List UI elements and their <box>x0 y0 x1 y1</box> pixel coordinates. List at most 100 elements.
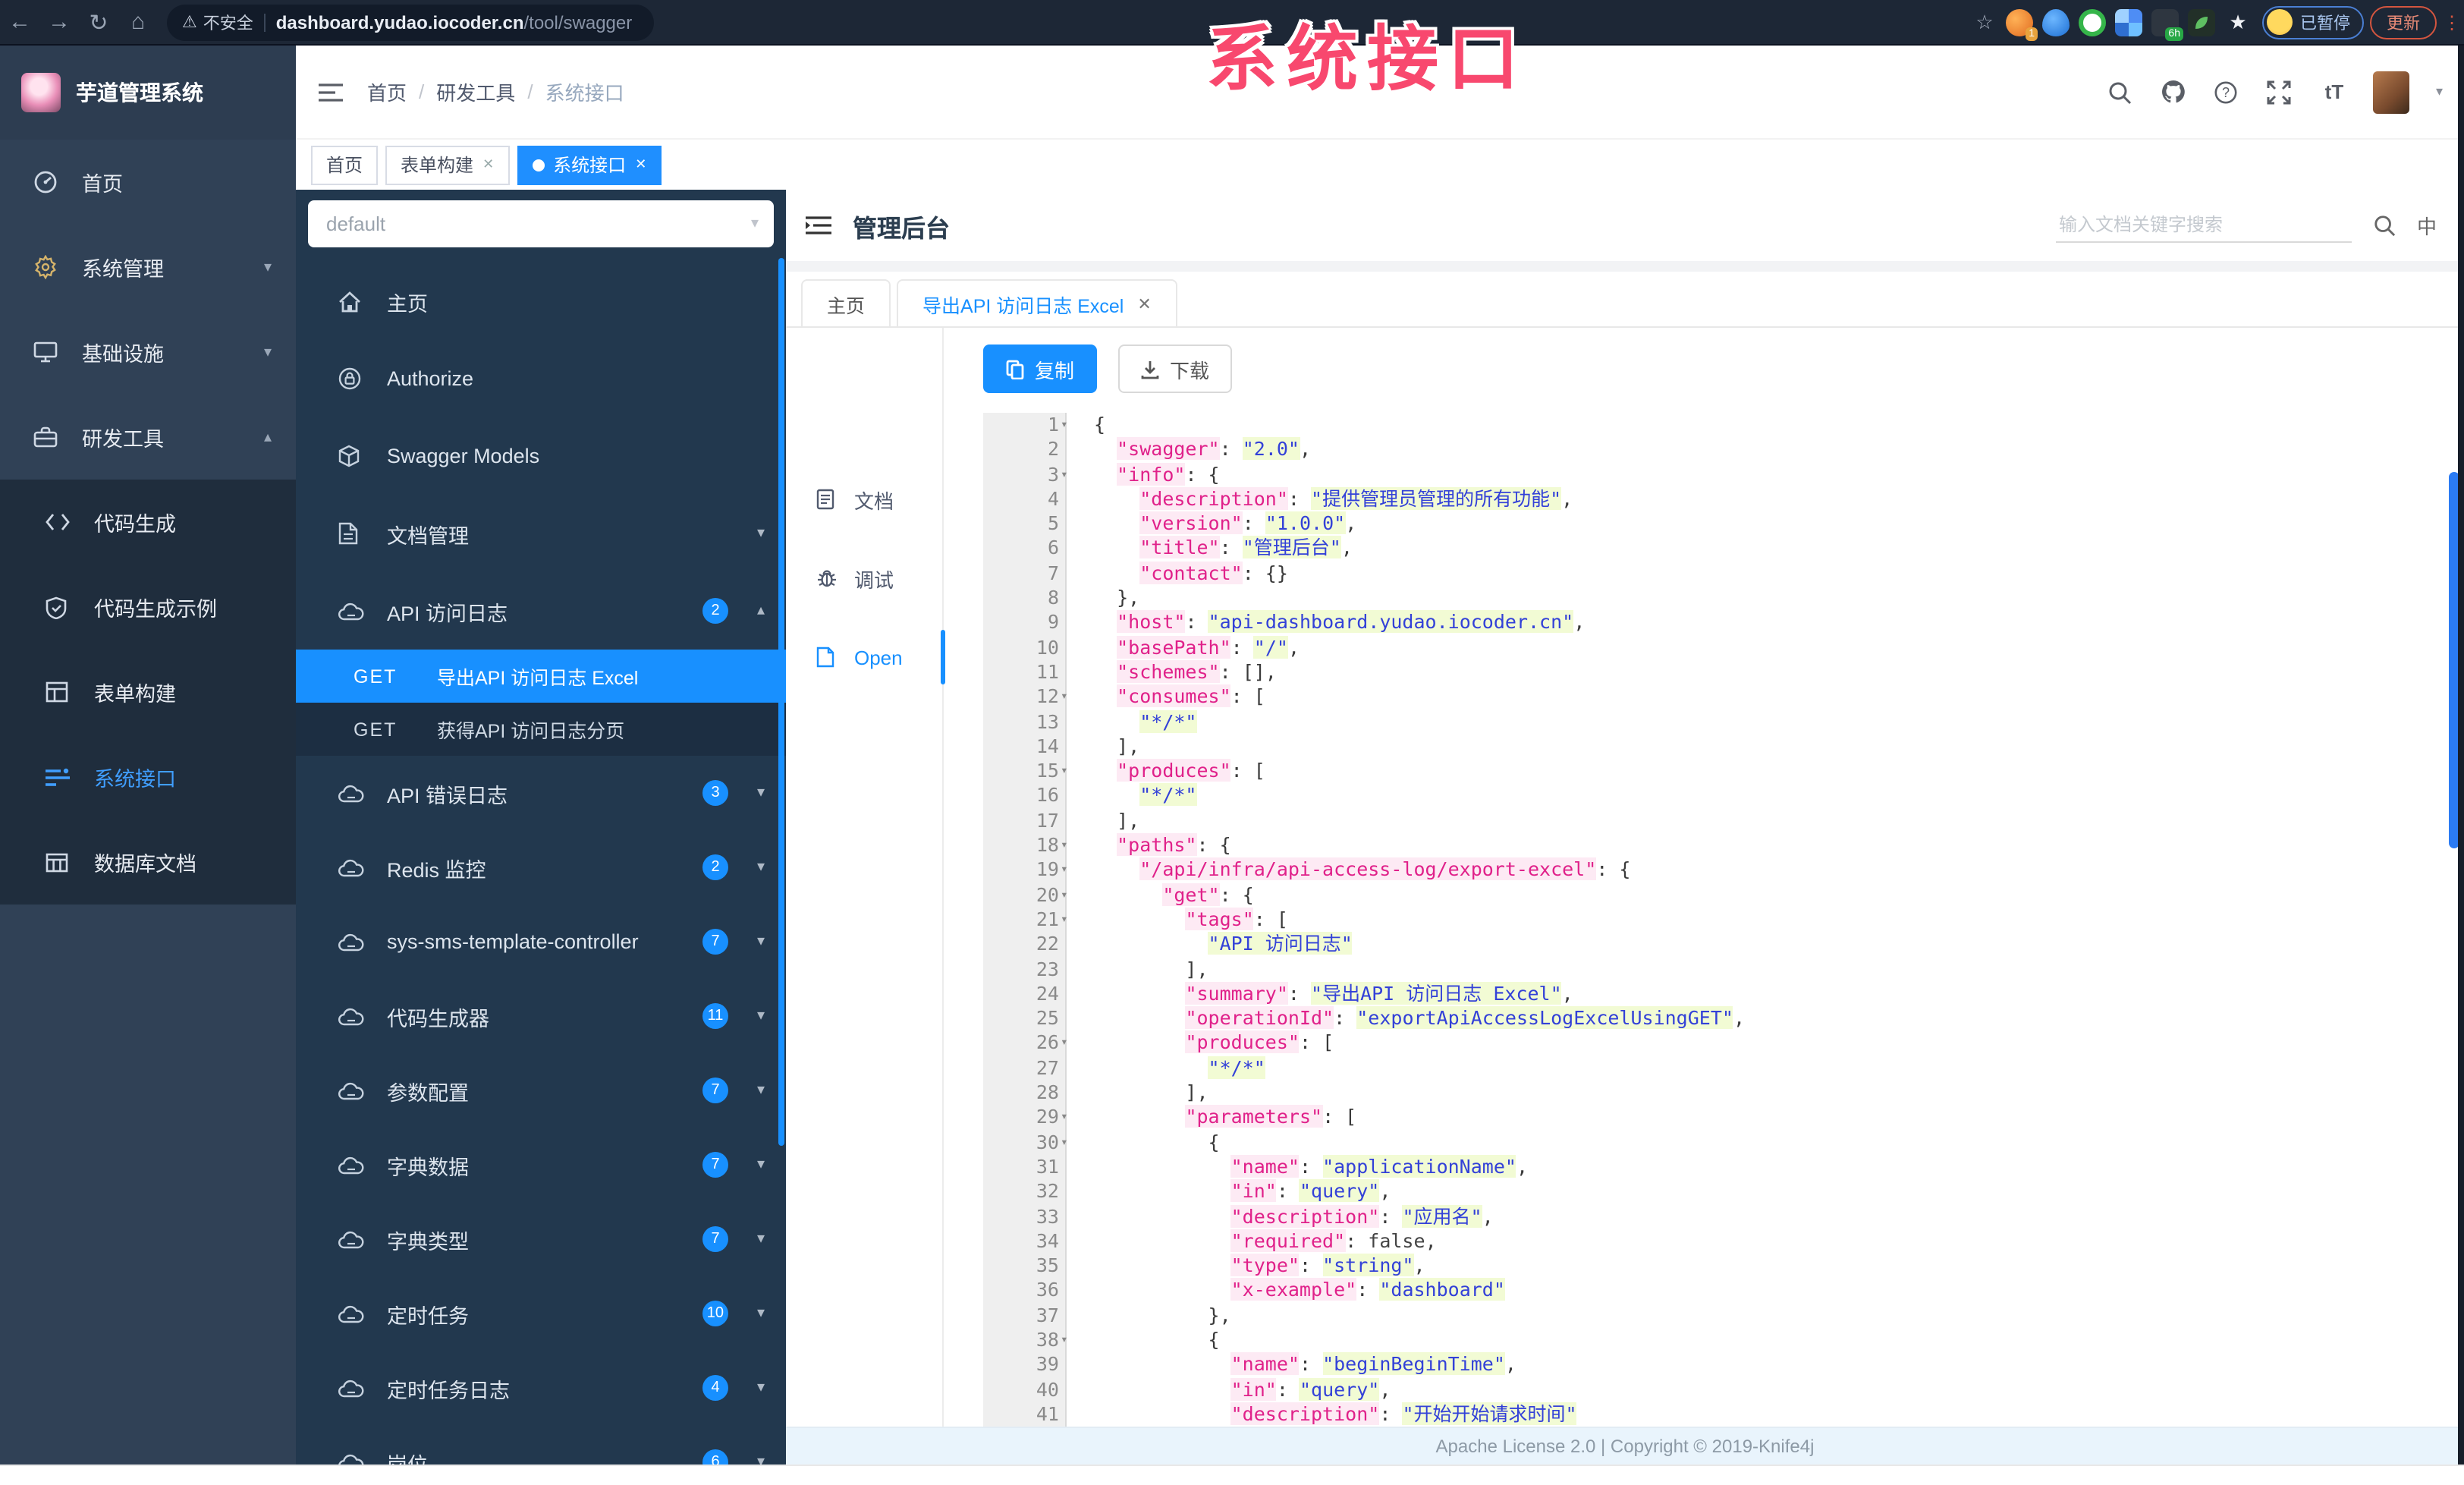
app-tab-表单构建[interactable]: 表单构建 ✕ <box>385 145 510 184</box>
font-size-icon[interactable]: tT <box>2321 80 2348 103</box>
line-number: 38 ▾ <box>1036 1327 1068 1351</box>
footer-text: Apache License 2.0 | Copyright © 2019-Kn… <box>1435 1436 1815 1457</box>
swagger-item-代码生成器[interactable]: 代码生成器 11 ▾ <box>296 979 786 1053</box>
sidebar-scrollbar[interactable] <box>778 258 784 1146</box>
ext-blue-drop[interactable] <box>2042 8 2070 36</box>
doc-tab-主页[interactable]: 主页 <box>801 279 891 326</box>
swagger-item-主页[interactable]: 主页 <box>296 263 786 340</box>
swagger-item-岗位[interactable]: 岗位 6 ▾ <box>296 1425 786 1465</box>
hamburger-icon[interactable] <box>319 81 343 102</box>
line-number: 18 ▾ <box>1036 833 1068 857</box>
sidebar-item-首页[interactable]: 首页 <box>0 140 296 225</box>
update-button[interactable]: 更新 <box>2370 5 2437 39</box>
language-icon[interactable]: 中 <box>2417 211 2437 240</box>
line-number: 37 <box>1036 1303 1059 1326</box>
code-line: "operationId": "exportApiAccessLogExcelU… <box>1185 1006 1746 1030</box>
swagger-item-字典数据[interactable]: 字典数据 7 ▾ <box>296 1128 786 1202</box>
swagger-item-label: 字典类型 <box>387 1230 469 1253</box>
ext-white-star[interactable]: ★ <box>2224 8 2252 36</box>
sidebar-item-代码生成示例[interactable]: 代码生成示例 <box>0 565 296 650</box>
copy-button[interactable]: 复制 <box>983 345 1098 393</box>
sidebar-item-表单构建[interactable]: 表单构建 <box>0 650 296 735</box>
chevron-down-icon: ▾ <box>756 1156 765 1173</box>
ext-dots-grid[interactable] <box>2115 8 2142 36</box>
profile-paused-button[interactable]: 已暂停 <box>2262 5 2364 39</box>
search-icon[interactable] <box>2373 214 2396 237</box>
line-number: 21 ▾ <box>1036 907 1068 930</box>
sidebar-item-研发工具[interactable]: 研发工具 ▴ <box>0 395 296 480</box>
swagger-item-字典类型[interactable]: 字典类型 7 ▾ <box>296 1202 786 1276</box>
api-endpoint-获得API 访问日志分页[interactable]: GET 获得API 访问日志分页 <box>296 703 786 756</box>
swagger-item-文档管理[interactable]: 文档管理 ▾ <box>296 495 786 572</box>
sidebar-item-基础设施[interactable]: 基础设施 ▾ <box>0 310 296 395</box>
chevron-down-icon[interactable]: ▾ <box>2436 83 2443 100</box>
close-icon[interactable]: ✕ <box>1137 294 1151 313</box>
json-editor[interactable]: 1 ▾ 2 3 ▾ 4 5 6 7 8 9 10 11 12 ▾ 13 14 15 ▾ 16 17 18 ▾ 19 ▾ 20 ▾ 21… <box>983 413 2437 1427</box>
screen: ← → ↻ ⌂ ⚠ 不安全 dashboard.yudao.iocoder.cn… <box>0 0 2464 1485</box>
search-icon[interactable] <box>2108 80 2136 104</box>
swagger-item-API 访问日志[interactable]: API 访问日志 2 ▴ <box>296 572 786 650</box>
line-number: 32 <box>1036 1179 1059 1203</box>
github-icon[interactable] <box>2161 79 2189 105</box>
collapse-menu-icon[interactable] <box>806 216 831 235</box>
sidebar-item-代码生成[interactable]: 代码生成 <box>0 480 296 565</box>
help-icon[interactable]: ? <box>2214 80 2242 104</box>
api-endpoint-导出API 访问日志 Excel[interactable]: GET 导出API 访问日志 Excel <box>296 650 786 703</box>
swagger-item-sys-sms-template-controller[interactable]: sys-sms-template-controller 7 ▾ <box>296 905 786 979</box>
doc-nav-Open[interactable]: Open <box>786 618 945 697</box>
sidebar-item-label: 数据库文档 <box>94 853 196 876</box>
address-bar[interactable]: ⚠ 不安全 dashboard.yudao.iocoder.cn /tool/s… <box>167 4 654 40</box>
swagger-item-API 错误日志[interactable]: API 错误日志 3 ▾ <box>296 756 786 830</box>
logo-row[interactable]: 芋道管理系统 <box>0 46 296 140</box>
close-icon[interactable]: ✕ <box>635 156 646 173</box>
doc-nav-调试[interactable]: 调试 <box>786 539 942 618</box>
swagger-item-label: API 访问日志 <box>387 602 508 625</box>
download-button[interactable]: 下载 <box>1118 345 1233 393</box>
code-line: "info": { <box>1117 462 1220 486</box>
ext-green-leaf[interactable] <box>2188 8 2215 36</box>
home-icon[interactable]: ⌂ <box>118 9 158 35</box>
doc-panel: 管理后台 中 主页 导出API 访问日志 Excel ✕ 文档调试 Open <box>786 190 2464 1465</box>
reload-icon[interactable]: ↻ <box>79 8 118 36</box>
security-label[interactable]: 不安全 <box>203 10 253 34</box>
gear-icon <box>33 255 61 279</box>
paused-label: 已暂停 <box>2300 14 2350 33</box>
swagger-item-参数配置[interactable]: 参数配置 7 ▾ <box>296 1053 786 1128</box>
forward-icon[interactable]: → <box>39 9 79 35</box>
code-line: "host": "api-dashboard.yudao.iocoder.cn"… <box>1117 610 1586 634</box>
swagger-item-定时任务[interactable]: 定时任务 10 ▾ <box>296 1276 786 1351</box>
chevron-down-icon: ▾ <box>263 344 272 360</box>
cloud-icon <box>338 602 366 620</box>
ext-orange[interactable]: 1 <box>2006 8 2038 40</box>
fullscreen-icon[interactable] <box>2268 80 2295 104</box>
close-icon[interactable]: ✕ <box>482 156 494 173</box>
breadcrumb-item[interactable]: 首页 <box>367 77 407 106</box>
line-number: 20 ▾ <box>1036 883 1068 906</box>
line-number: 36 <box>1036 1278 1059 1301</box>
api-group-select[interactable]: default ▾ <box>308 200 774 247</box>
sidebar-item-系统管理[interactable]: 系统管理 ▾ <box>0 225 296 310</box>
code-line: "title": "管理后台", <box>1139 536 1353 559</box>
app-tab-首页[interactable]: 首页 <box>311 145 379 184</box>
swagger-item-Redis 监控[interactable]: Redis 监控 2 ▾ <box>296 830 786 905</box>
ext-dark-6h[interactable]: 6h <box>2151 8 2183 40</box>
swagger-item-Authorize[interactable]: Authorize <box>296 340 786 417</box>
user-avatar[interactable] <box>2373 71 2410 113</box>
browser-menu-icon[interactable]: ⋮ <box>2440 11 2464 33</box>
app-tab-系统接口[interactable]: 系统接口 ✕ <box>517 145 662 184</box>
dashboard-icon <box>33 170 61 194</box>
swagger-item-定时任务日志[interactable]: 定时任务日志 4 ▾ <box>296 1351 786 1425</box>
doc-nav-文档[interactable]: 文档 <box>786 460 942 539</box>
back-icon[interactable]: ← <box>0 9 39 35</box>
doc-search-input[interactable] <box>2055 208 2352 243</box>
doc-tab-导出API 访问日志 Excel[interactable]: 导出API 访问日志 Excel ✕ <box>897 279 1177 326</box>
swagger-item-label: 文档管理 <box>387 524 469 547</box>
breadcrumb-item[interactable]: 研发工具 <box>436 77 515 106</box>
sidebar-item-数据库文档[interactable]: 数据库文档 <box>0 820 296 905</box>
swagger-item-Swagger Models[interactable]: Swagger Models <box>296 417 786 495</box>
line-number: 6 <box>1047 536 1059 559</box>
sidebar-item-系统接口[interactable]: 系统接口 <box>0 735 296 820</box>
bookmark-star-icon[interactable]: ☆ <box>1968 10 2001 34</box>
ext-green-ring[interactable] <box>2079 8 2106 36</box>
code-line: "in": "query", <box>1230 1179 1391 1203</box>
